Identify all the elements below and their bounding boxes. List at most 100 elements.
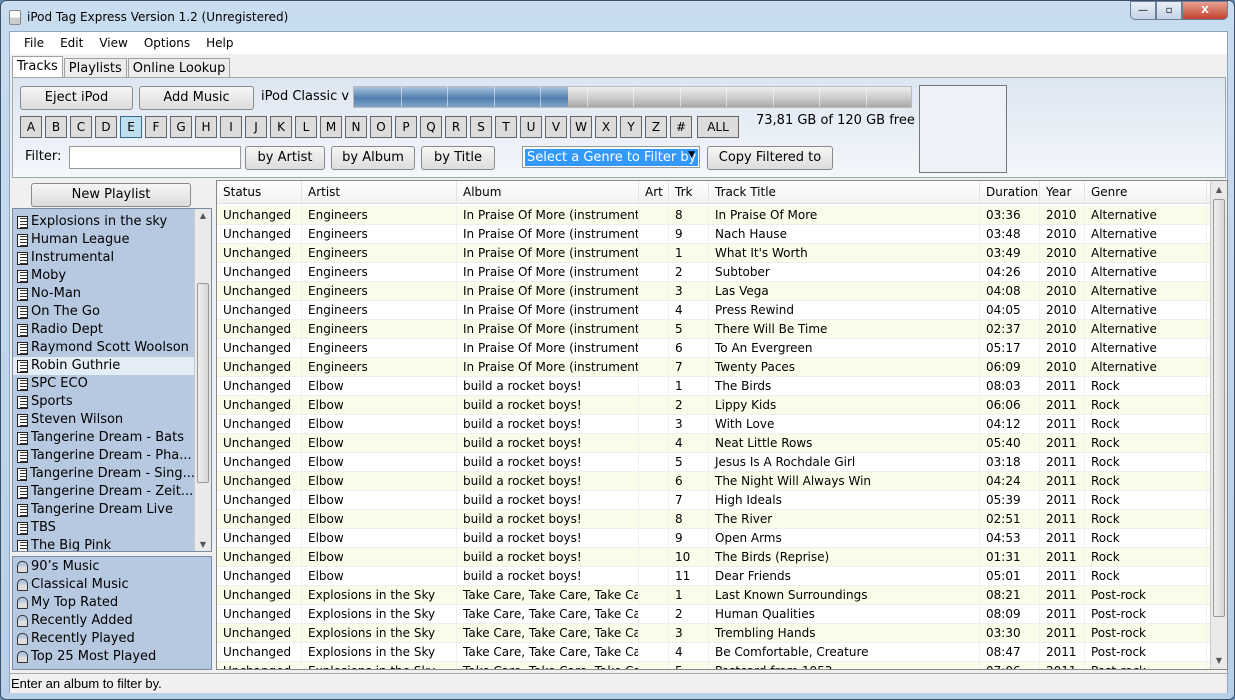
letter-button-n[interactable]: N <box>345 116 367 138</box>
menu-help[interactable]: Help <box>198 36 241 50</box>
table-row[interactable]: Unchanged Elbow build a rocket boys! 3 With … <box>217 415 1211 434</box>
letter-button-t[interactable]: T <box>495 116 517 138</box>
letter-button-m[interactable]: M <box>320 116 342 138</box>
letter-button-r[interactable]: R <box>445 116 467 138</box>
table-row[interactable]: UnchangedExplosions in the SkyTake Care,… <box>217 662 1211 669</box>
minimize-button[interactable]: — <box>1130 1 1156 20</box>
letter-button-u[interactable]: U <box>520 116 542 138</box>
table-row[interactable]: UnchangedExplosions in the SkyTake Care,… <box>217 605 1211 624</box>
scroll-down-icon[interactable]: ▼ <box>1211 656 1227 665</box>
table-row[interactable]: Unchanged Elbow build a rocket boys! 7 High … <box>217 491 1211 510</box>
tab-playlists[interactable]: Playlists <box>63 58 127 79</box>
column-header-genre[interactable]: Genre <box>1085 181 1207 203</box>
by-title-button[interactable]: by Title <box>421 146 495 170</box>
genre-filter-select[interactable]: Select a Genre to Filter by ▼ <box>522 146 700 168</box>
filter-input[interactable] <box>69 146 241 169</box>
maximize-button[interactable]: ▫ <box>1156 1 1182 20</box>
letter-button-l[interactable]: L <box>295 116 317 138</box>
playlist-item[interactable]: No-Man <box>13 285 195 303</box>
letter-button-num[interactable]: # <box>670 116 692 138</box>
letter-button-c[interactable]: C <box>70 116 92 138</box>
table-row[interactable]: Unchanged Engineers In Praise Of More (ins… <box>217 225 1211 244</box>
table-row[interactable]: Unchanged Elbow build a rocket boys! 2 Lippy… <box>217 396 1211 415</box>
playlist-item[interactable]: TBS <box>13 519 195 537</box>
letter-button-z[interactable]: Z <box>645 116 667 138</box>
playlist-item[interactable]: The Big Pink <box>13 537 195 551</box>
playlist-item[interactable]: Robin Guthrie <box>13 357 195 375</box>
copy-filtered-button[interactable]: Copy Filtered to <box>707 146 833 170</box>
letter-button-f[interactable]: F <box>145 116 167 138</box>
table-row[interactable]: Unchanged Engineers In Praise Of More (ins… <box>217 358 1211 377</box>
playlist-item[interactable]: Tangerine Dream - Sing... <box>13 465 195 483</box>
letter-button-p[interactable]: P <box>395 116 417 138</box>
scroll-up-icon[interactable]: ▲ <box>195 211 211 220</box>
by-album-button[interactable]: by Album <box>331 146 415 170</box>
menu-edit[interactable]: Edit <box>52 36 91 50</box>
letter-button-all[interactable]: ALL <box>697 116 739 138</box>
smart-playlist-item[interactable]: Recently Played <box>13 630 195 648</box>
table-row[interactable]: Unchanged Engineers In Praise Of More (ins… <box>217 282 1211 301</box>
tab-online-lookup[interactable]: Online Lookup <box>127 58 231 79</box>
column-header-album[interactable]: Album <box>457 181 639 203</box>
playlist-item[interactable]: Sports <box>13 393 195 411</box>
playlist-item[interactable]: Tangerine Dream - Pha... <box>13 447 195 465</box>
letter-button-s[interactable]: S <box>470 116 492 138</box>
playlist-scrollbar[interactable]: ▲ ▼ <box>194 209 211 551</box>
table-row[interactable]: Unchanged Elbow build a rocket boys! 8 The R… <box>217 510 1211 529</box>
playlist-item[interactable]: Tangerine Dream Live <box>13 501 195 519</box>
letter-button-h[interactable]: H <box>195 116 217 138</box>
device-selector[interactable]: iPod Classic v <box>261 89 349 104</box>
playlist-item[interactable]: Tangerine Dream - Zeit... <box>13 483 195 501</box>
playlist-item[interactable]: Human League <box>13 231 195 249</box>
table-scrollbar[interactable]: ▲ ▼ <box>1210 181 1227 669</box>
playlist-item[interactable]: Tangerine Dream - Bats <box>13 429 195 447</box>
table-row[interactable]: Unchanged Elbow build a rocket boys! 4 Neat … <box>217 434 1211 453</box>
scroll-thumb[interactable] <box>197 283 209 483</box>
letter-button-x[interactable]: X <box>595 116 617 138</box>
column-header-year[interactable]: Year <box>1040 181 1085 203</box>
smart-playlist-item[interactable]: My Top Rated <box>13 594 195 612</box>
column-header-art[interactable]: Art <box>639 181 669 203</box>
letter-button-a[interactable]: A <box>20 116 42 138</box>
add-music-button[interactable]: Add Music <box>139 86 254 110</box>
playlist-item[interactable]: On The Go <box>13 303 195 321</box>
table-row[interactable]: Unchanged Elbow build a rocket boys! 9 Open … <box>217 529 1211 548</box>
playlist-item[interactable]: SPC ECO <box>13 375 195 393</box>
menu-file[interactable]: File <box>16 36 52 50</box>
letter-button-g[interactable]: G <box>170 116 192 138</box>
smart-playlist-item[interactable]: Classical Music <box>13 576 195 594</box>
table-row[interactable]: UnchangedExplosions in the SkyTake Care,… <box>217 624 1211 643</box>
playlist-item[interactable]: Steven Wilson <box>13 411 195 429</box>
new-playlist-button[interactable]: New Playlist <box>31 183 191 207</box>
letter-button-j[interactable]: J <box>245 116 267 138</box>
tab-tracks[interactable]: Tracks <box>12 56 63 79</box>
letter-button-b[interactable]: B <box>45 116 67 138</box>
table-row[interactable]: Unchanged Engineers In Praise Of More (ins… <box>217 263 1211 282</box>
letter-button-v[interactable]: V <box>545 116 567 138</box>
smart-playlist-item[interactable]: 90’s Music <box>13 558 195 576</box>
table-row[interactable]: Unchanged Engineers In Praise Of More (ins… <box>217 206 1211 225</box>
eject-ipod-button[interactable]: Eject iPod <box>20 86 133 110</box>
playlist-item[interactable]: Raymond Scott Woolson <box>13 339 195 357</box>
letter-button-e[interactable]: E <box>120 116 142 138</box>
table-row[interactable]: Unchanged Elbow build a rocket boys! 1 The B… <box>217 377 1211 396</box>
table-row[interactable]: Unchanged Elbow build a rocket boys! 11 Dear… <box>217 567 1211 586</box>
table-row[interactable]: Unchanged Engineers In Praise Of More (ins… <box>217 301 1211 320</box>
table-row[interactable]: Unchanged Elbow build a rocket boys! 5 Jesus… <box>217 453 1211 472</box>
letter-button-o[interactable]: O <box>370 116 392 138</box>
column-header-track-title[interactable]: Track Title <box>709 181 980 203</box>
playlist-item[interactable]: Radio Dept <box>13 321 195 339</box>
column-header-duration[interactable]: Duration <box>980 181 1040 203</box>
table-row[interactable]: UnchangedExplosions in the SkyTake Care,… <box>217 643 1211 662</box>
table-row[interactable]: Unchanged Elbow build a rocket boys! 10 The … <box>217 548 1211 567</box>
scroll-down-icon[interactable]: ▼ <box>195 540 211 549</box>
letter-button-q[interactable]: Q <box>420 116 442 138</box>
table-row[interactable]: Unchanged Engineers In Praise Of More (ins… <box>217 244 1211 263</box>
letter-button-y[interactable]: Y <box>620 116 642 138</box>
letter-button-d[interactable]: D <box>95 116 117 138</box>
column-header-trk[interactable]: Trk <box>669 181 709 203</box>
table-row[interactable]: Unchanged Engineers In Praise Of More (ins… <box>217 339 1211 358</box>
scroll-up-icon[interactable]: ▲ <box>1211 185 1227 194</box>
column-header-status[interactable]: Status <box>217 181 302 203</box>
menu-options[interactable]: Options <box>136 36 198 50</box>
